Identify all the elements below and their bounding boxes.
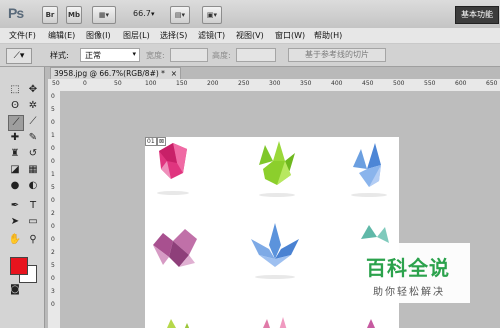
ruler-tick-label: 0 <box>51 145 55 152</box>
ruler-tick-label: 5 <box>51 106 55 113</box>
ruler-tick-label: 1 <box>51 132 55 139</box>
screen-mode-button[interactable]: ▣▾ <box>202 6 222 24</box>
mini-bridge-button[interactable]: Mb <box>66 6 82 24</box>
zoom-dropdown-icon[interactable]: ▾ <box>151 10 155 18</box>
lime-crystal-image <box>167 319 190 328</box>
foreground-color-swatch[interactable] <box>10 257 28 275</box>
watermark-slogan: 助你轻松解决 <box>373 287 445 298</box>
width-label: 宽度: <box>146 51 165 60</box>
ruler-tick-label: 0 <box>51 223 55 230</box>
slices-from-guides-button[interactable]: 基于参考线的切片 <box>288 48 386 62</box>
ruler-tick-label: 450 <box>362 80 374 87</box>
ruler-tick-label: 550 <box>424 80 436 87</box>
zoom-level[interactable]: 66.7 <box>133 9 151 18</box>
document-tab-title: 3958.jpg @ 66.7%(RGB/8#) * <box>54 69 165 78</box>
watermark-logo-text: 百科全说 <box>366 256 450 280</box>
ruler-tick-label: 0 <box>51 275 55 282</box>
menu-view[interactable]: 视图(V) <box>236 30 264 41</box>
ruler-tick-label: 250 <box>238 80 250 87</box>
ruler-tick-label: 2 <box>51 210 55 217</box>
menu-file[interactable]: 文件(F) <box>9 30 36 41</box>
ruler-tick-label: 3 <box>51 288 55 295</box>
clone-stamp-icon[interactable]: ♜ <box>8 147 22 161</box>
blue-crystal-image <box>351 143 387 197</box>
magenta-crystal-image <box>367 319 375 328</box>
ruler-tick-label: 0 <box>51 119 55 126</box>
pink-crystal-image <box>157 143 189 195</box>
menu-window[interactable]: 窗口(W) <box>275 30 305 41</box>
healing-brush-icon[interactable]: ✚ <box>8 131 22 145</box>
ruler-tick-label: 350 <box>300 80 312 87</box>
ruler-tick-label: 600 <box>455 80 467 87</box>
slice-tool-icon[interactable]: ⟋ <box>8 115 24 131</box>
arrange-documents-button[interactable]: ▤▾ <box>170 6 190 24</box>
menu-filter[interactable]: 滤镜(T) <box>198 30 225 41</box>
ruler-tick-label: 50 <box>52 80 60 87</box>
tool-preset-picker[interactable]: ⟋▾ <box>6 48 32 64</box>
blur-tool-icon[interactable]: ● <box>8 179 22 193</box>
history-brush-icon[interactable]: ↺ <box>26 147 40 161</box>
photoshop-logo: Ps <box>8 5 24 21</box>
ruler-tick-label: 1 <box>51 171 55 178</box>
hand-tool-icon[interactable]: ✋ <box>8 233 22 247</box>
zoom-tool-icon[interactable]: ⚲ <box>26 233 40 247</box>
ruler-tick-label: 0 <box>51 197 55 204</box>
purple-crystal-image <box>153 229 197 267</box>
pink-flower-crystal-image <box>263 317 287 328</box>
ruler-tick-label: 50 <box>114 80 122 87</box>
ruler-tick-label: 0 <box>83 80 87 87</box>
eyedropper-icon[interactable]: ⟋ <box>26 115 40 129</box>
dodge-tool-icon[interactable]: ◐ <box>26 179 40 193</box>
style-label: 样式: <box>50 51 69 60</box>
ruler-tick-label: 0 <box>51 236 55 243</box>
menu-bar: 文件(F) 编辑(E) 图像(I) 图层(L) 选择(S) 滤镜(T) 视图(V… <box>0 28 500 44</box>
workspace-button[interactable]: 基本功能 <box>455 6 499 24</box>
quick-mask-icon[interactable]: ◙ <box>8 283 22 297</box>
ruler-tick-label: 0 <box>51 301 55 308</box>
gradient-icon[interactable]: ▦ <box>26 163 40 177</box>
tools-panel: ⬚ ✥ ʘ ✲ ⟋ ⟋ ✚ ✎ ♜ ↺ ◪ ▦ ● ◐ ✒ T ➤ ▭ ✋ ⚲ … <box>0 67 45 328</box>
blue-flower-crystal-image <box>251 223 299 279</box>
ruler-tick-label: 300 <box>269 80 281 87</box>
brush-tool-icon[interactable]: ✎ <box>26 131 40 145</box>
ruler-tick-label: 500 <box>393 80 405 87</box>
ruler-tick-label: 400 <box>331 80 343 87</box>
eraser-icon[interactable]: ◪ <box>8 163 22 177</box>
green-crystal-image <box>259 141 295 197</box>
height-field[interactable] <box>236 48 276 62</box>
menu-edit[interactable]: 编辑(E) <box>48 30 75 41</box>
pen-tool-icon[interactable]: ✒ <box>8 199 22 213</box>
width-field[interactable] <box>170 48 208 62</box>
marquee-tool-icon[interactable]: ⬚ <box>8 83 22 97</box>
options-bar: ⟋▾ 样式: 正常 ▾ 宽度: 高度: 基于参考线的切片 <box>0 44 500 67</box>
ruler-tick-label: 0 <box>51 93 55 100</box>
bridge-button[interactable]: Br <box>42 6 58 24</box>
menu-select[interactable]: 选择(S) <box>160 30 187 41</box>
menu-image[interactable]: 图像(I) <box>86 30 111 41</box>
menu-layer[interactable]: 图层(L) <box>123 30 150 41</box>
path-selection-icon[interactable]: ➤ <box>8 215 22 229</box>
view-extras-button[interactable]: ▦▾ <box>92 6 116 24</box>
style-select[interactable]: 正常 ▾ <box>80 48 140 62</box>
ruler-tick-label: 100 <box>145 80 157 87</box>
shape-tool-icon[interactable]: ▭ <box>26 215 40 229</box>
ruler-tick-label: 2 <box>51 249 55 256</box>
chevron-down-icon: ▾ <box>132 50 136 58</box>
ruler-tick-label: 5 <box>51 184 55 191</box>
move-tool-icon[interactable]: ✥ <box>26 83 40 97</box>
ruler-tick-label: 5 <box>51 262 55 269</box>
height-label: 高度: <box>212 51 231 60</box>
ruler-tick-label: 0 <box>51 158 55 165</box>
magic-wand-icon[interactable]: ✲ <box>26 99 40 113</box>
application-bar: Ps Br Mb ▦▾ 66.7 ▾ ▤▾ ▣▾ 基本功能 <box>0 0 500 29</box>
type-tool-icon[interactable]: T <box>26 199 40 213</box>
ruler-tick-label: 200 <box>207 80 219 87</box>
ruler-tick-label: 150 <box>176 80 188 87</box>
menu-help[interactable]: 帮助(H) <box>314 30 342 41</box>
lasso-tool-icon[interactable]: ʘ <box>8 99 22 113</box>
style-select-value: 正常 <box>85 51 101 60</box>
ruler-tick-label: 650 <box>486 80 498 87</box>
